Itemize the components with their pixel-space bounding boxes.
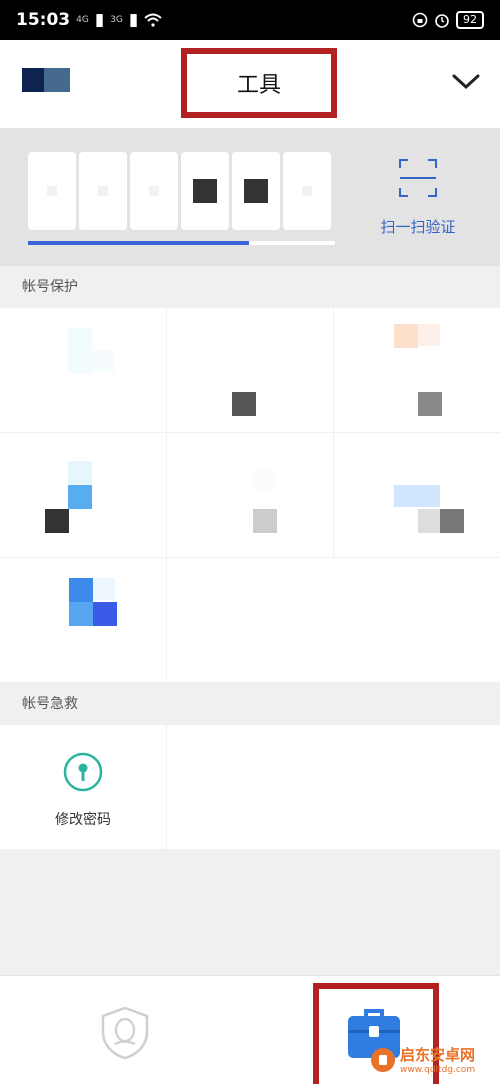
scan-verify-label: 扫一扫验证 [380, 218, 456, 236]
alarm-icon [435, 14, 449, 28]
shield-qq-icon[interactable] [100, 1006, 150, 1060]
section-label-protection: 帐号保护 [0, 266, 500, 308]
title-highlight-box: 工具 [181, 48, 337, 118]
chevron-down-icon[interactable] [452, 74, 480, 90]
rescue-empty-cell [167, 725, 500, 849]
token-digit [79, 152, 127, 230]
wifi-icon [144, 13, 162, 27]
token-digits [28, 152, 331, 230]
lock-rotation-icon [412, 12, 428, 28]
token-digit [283, 152, 331, 230]
status-bar: 15:03 4G ▮ 3G ▮ 92 [0, 0, 500, 40]
protection-tool-3[interactable] [334, 308, 500, 432]
page-title: 工具 [236, 73, 281, 98]
protection-grid [0, 308, 500, 682]
signal-bars-icon: ▮ [94, 10, 105, 30]
watermark-url: www.qdltdg.com [400, 1065, 476, 1075]
protection-empty-cell [167, 558, 500, 682]
scan-verify-button[interactable]: 扫一扫验证 [376, 158, 460, 237]
app-logo [22, 68, 70, 92]
status-time: 15:03 [16, 10, 71, 30]
change-password-button[interactable]: 修改密码 [0, 725, 166, 849]
token-digit [28, 152, 76, 230]
protection-tool-2[interactable] [167, 308, 333, 432]
token-progress-bar [28, 241, 335, 245]
signal-3g-icon: 3G [110, 15, 123, 25]
app-header: 工具 [0, 40, 500, 128]
protection-tool-7[interactable] [0, 558, 166, 682]
watermark-text: 启东安卓网 [400, 1046, 476, 1064]
battery-indicator: 92 [456, 11, 484, 29]
protection-tool-5[interactable] [167, 433, 333, 557]
signal-bars-icon: ▮ [128, 10, 139, 30]
scan-frame-icon [399, 159, 437, 197]
protection-tool-1[interactable] [0, 308, 166, 432]
change-password-label: 修改密码 [55, 812, 111, 828]
token-digit [232, 152, 280, 230]
token-digit [181, 152, 229, 230]
token-progress-fill [28, 241, 250, 245]
token-digit [130, 152, 178, 230]
token-panel: 扫一扫验证 [0, 128, 500, 266]
protection-tool-4[interactable] [0, 433, 166, 557]
rescue-grid: 修改密码 [0, 725, 500, 849]
key-icon [63, 752, 103, 792]
signal-4g-icon: 4G [76, 15, 89, 25]
section-label-rescue: 帐号急救 [0, 683, 500, 725]
watermark-logo-icon [371, 1047, 395, 1072]
watermark: 启东安卓网 www.qdltdg.com [370, 1044, 475, 1075]
protection-tool-6[interactable] [334, 433, 500, 557]
